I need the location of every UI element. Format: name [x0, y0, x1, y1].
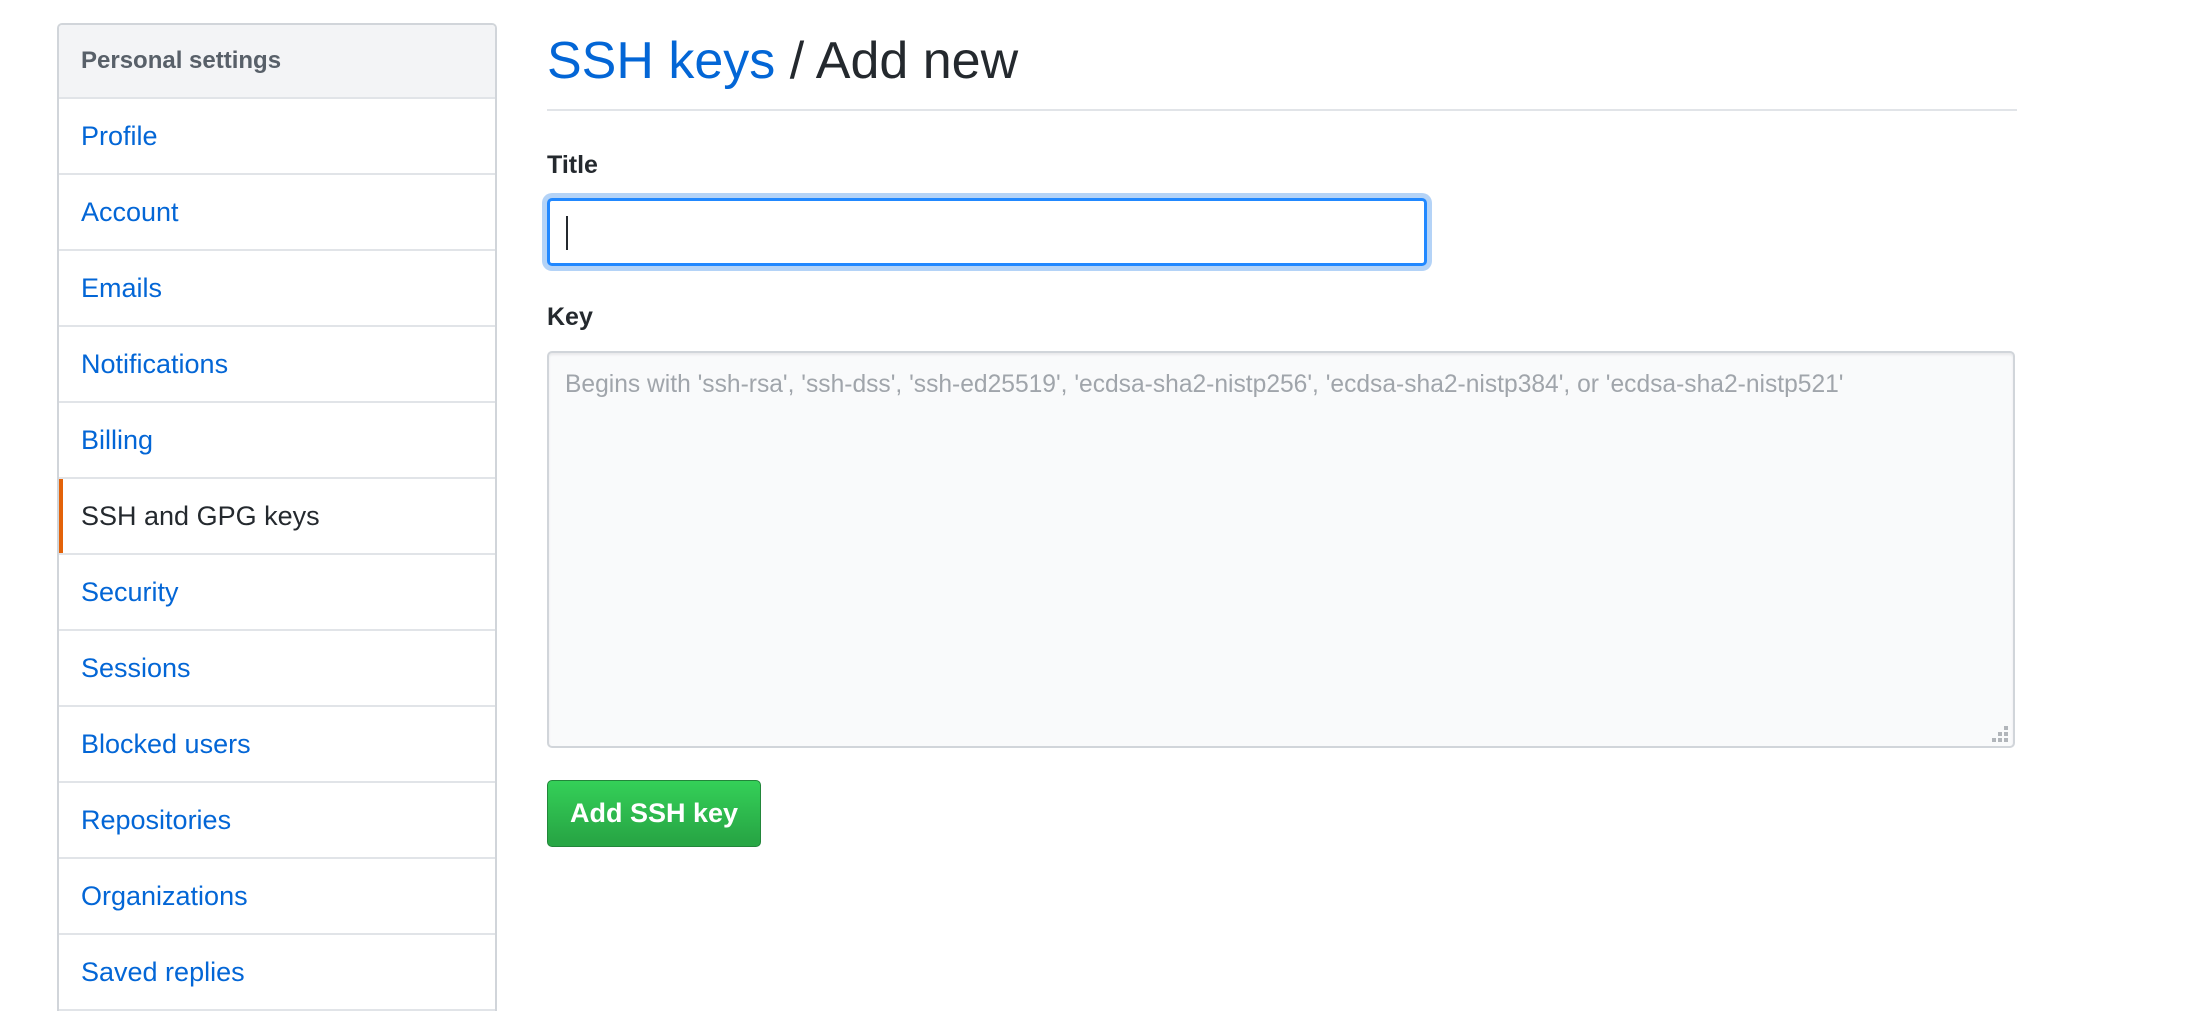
- breadcrumb-current: Add new: [815, 32, 1019, 90]
- sidebar-item-billing[interactable]: Billing: [59, 403, 495, 479]
- sidebar-item-account[interactable]: Account: [59, 175, 495, 251]
- title-label: Title: [547, 151, 598, 179]
- sidebar-item-repositories[interactable]: Repositories: [59, 783, 495, 859]
- sidebar-item-sessions[interactable]: Sessions: [59, 631, 495, 707]
- sidebar-item-security[interactable]: Security: [59, 555, 495, 631]
- sidebar-item-saved-replies[interactable]: Saved replies: [59, 935, 495, 1011]
- key-label: Key: [547, 303, 593, 331]
- add-ssh-key-button[interactable]: Add SSH key: [547, 780, 761, 847]
- title-divider: [547, 109, 2017, 111]
- key-textarea[interactable]: [547, 351, 2015, 748]
- page-title: SSH keys / Add new: [547, 28, 1018, 94]
- sidebar-item-blocked-users[interactable]: Blocked users: [59, 707, 495, 783]
- breadcrumb-separator: /: [789, 32, 805, 90]
- sidebar-item-organizations[interactable]: Organizations: [59, 859, 495, 935]
- settings-sidebar: Personal settings Profile Account Emails…: [57, 23, 497, 1011]
- sidebar-item-profile[interactable]: Profile: [59, 99, 495, 175]
- sidebar-item-emails[interactable]: Emails: [59, 251, 495, 327]
- breadcrumb-ssh-keys-link[interactable]: SSH keys: [547, 32, 775, 90]
- resize-handle-icon[interactable]: [1992, 726, 2008, 742]
- text-caret: [566, 216, 568, 250]
- sidebar-item-ssh-gpg-keys[interactable]: SSH and GPG keys: [59, 479, 495, 555]
- sidebar-item-notifications[interactable]: Notifications: [59, 327, 495, 403]
- sidebar-header: Personal settings: [59, 25, 495, 99]
- title-input[interactable]: [547, 198, 1427, 266]
